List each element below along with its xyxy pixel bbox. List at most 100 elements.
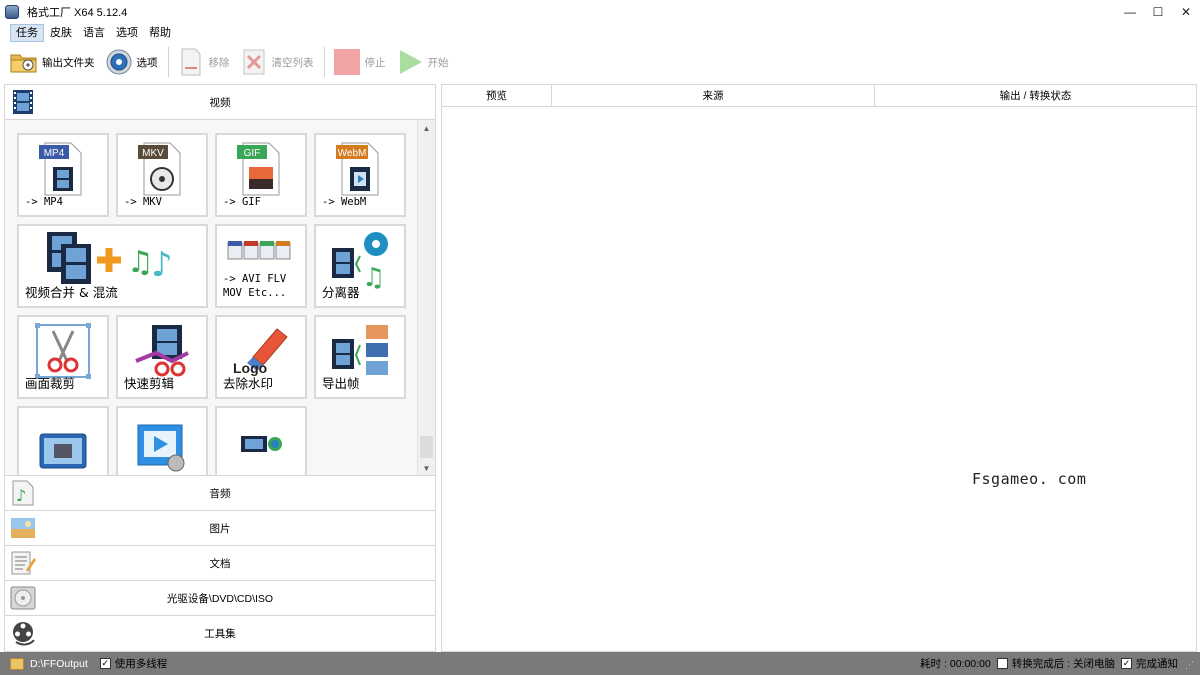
menu-task[interactable]: 任务 [10,24,44,42]
title-bar: 格式工厂 X64 5.12.4 — ☐ ✕ [0,0,1200,24]
toolbar-separator [167,47,169,77]
menu-skin[interactable]: 皮肤 [45,24,77,42]
video-tools-area: MP4 -> MP4 MKV -> MKV GIF -> GIF WebM ->… [5,120,435,476]
remove-label: 移除 [208,56,230,69]
options-button[interactable]: 选项 [105,45,158,79]
mkv-badge: MKV [142,148,164,159]
start-button[interactable]: 开始 [396,45,449,79]
document-icon [10,550,36,576]
scrollbar-thumb[interactable] [420,138,433,434]
scrollbar-track[interactable] [420,436,433,458]
task-list-panel: 预览 来源 输出 / 转换状态 Fsgameo. com [441,84,1197,652]
maximize-button[interactable]: ☐ [1144,0,1172,24]
tile-export-frames[interactable]: 导出帧 [314,315,406,399]
folder-icon [10,48,38,76]
tile-crop[interactable]: 画面裁剪 [17,315,109,399]
merge-icon: ♫ ♪ [19,230,206,290]
after-done-checkbox[interactable] [996,658,1008,669]
tile-video-download[interactable] [215,406,307,475]
logo-text: Logo [233,360,267,376]
notify-checkbox[interactable]: ✓ [1121,658,1132,669]
webm-file-icon: WebM [316,139,404,199]
gif-file-icon: GIF [217,139,305,199]
tile-remove-watermark[interactable]: Logo 去除水印 [215,315,307,399]
output-folder-button[interactable]: 输出文件夹 [10,45,95,79]
screen-record-icon [19,422,107,475]
tile-to-mkv[interactable]: MKV -> MKV [116,133,208,217]
tile-to-gif[interactable]: GIF -> GIF [215,133,307,217]
clear-list-icon [240,48,268,76]
stop-button[interactable]: 停止 [333,45,386,79]
svg-text:♫: ♫ [127,245,154,280]
tile-splitter[interactable]: ♫ 分离器 [314,224,406,308]
column-output-status[interactable]: 输出 / 转换状态 [875,85,1196,107]
category-disc[interactable]: 光驱设备\DVD\CD\ISO [5,581,435,616]
tile-to-mp4-label: -> MP4 [25,196,63,208]
tile-to-webm-label: -> WebM [322,196,367,208]
gear-icon [105,48,133,76]
tile-to-other-formats[interactable]: -> AVI FLV MOV Etc... [215,224,307,308]
stop-label: 停止 [364,56,386,69]
output-path[interactable]: D:\FFOutput [30,658,88,670]
mkv-file-icon: MKV [118,139,206,199]
column-source[interactable]: 来源 [552,85,875,107]
window-controls: — ☐ ✕ [1116,0,1200,24]
category-audio[interactable]: ♪ 音频 [5,476,435,511]
mp4-file-icon: MP4 [19,139,107,199]
menu-bar: 任务 皮肤 语言 选项 帮助 [10,24,177,42]
tile-video-merge[interactable]: ♫ ♪ 视频合并 & 混流 [17,224,208,308]
tile-to-mp4[interactable]: MP4 -> MP4 [17,133,109,217]
category-image-label: 图片 [209,522,231,535]
category-video-label: 视频 [209,96,231,109]
multithread-checkbox[interactable]: ✓ [99,658,111,669]
category-document-label: 文档 [209,557,231,570]
mp4-badge: MP4 [44,148,65,159]
watermark-text: Fsgameo. com [972,470,1087,488]
tile-crop-label: 画面裁剪 [25,376,76,391]
category-panel: 视频 MP4 -> MP4 MKV -> MKV GIF -> GIF WebM… [4,84,436,652]
status-left: D:\FFOutput ✓ 使用多线程 [10,656,167,671]
film-icon [10,89,36,115]
remove-button[interactable]: 移除 [177,45,230,79]
tile-to-gif-label: -> GIF [223,196,261,208]
output-folder-label: 输出文件夹 [42,56,95,69]
tile-to-webm[interactable]: WebM -> WebM [314,133,406,217]
resize-grip-icon[interactable]: ⋰ [1185,660,1197,672]
quick-clip-icon [118,321,206,381]
category-image[interactable]: 图片 [5,511,435,546]
video-tools-scrollbar[interactable]: ▲ ▼ [417,120,435,475]
category-video[interactable]: 视频 [5,85,435,120]
output-folder-icon[interactable] [10,657,24,670]
tile-video-merge-label: 视频合并 & 混流 [25,285,118,300]
scroll-down-arrow-icon[interactable]: ▼ [418,460,435,475]
after-done-label: 转换完成后 : 关闭电脑 [1011,658,1115,670]
category-document[interactable]: 文档 [5,546,435,581]
tile-screen-record[interactable] [17,406,109,475]
minimize-button[interactable]: — [1116,0,1144,24]
notify-option[interactable]: ✓ 完成通知 [1121,656,1178,671]
scroll-up-arrow-icon[interactable]: ▲ [418,120,435,136]
options-label: 选项 [136,56,158,69]
svg-text:♪: ♪ [151,245,173,285]
play-icon [396,48,424,76]
menu-language[interactable]: 语言 [78,24,110,42]
close-button[interactable]: ✕ [1172,0,1200,24]
menu-help[interactable]: 帮助 [144,24,176,42]
webm-badge: WebM [338,148,367,159]
category-disc-label: 光驱设备\DVD\CD\ISO [166,592,274,605]
toolbar: 输出文件夹 选项 移除 清空列表 停止 开始 [10,45,459,79]
formats-icon [217,234,305,264]
stop-icon [333,48,361,76]
video-download-icon [217,428,305,458]
notify-label: 完成通知 [1136,658,1178,670]
after-done-option[interactable]: 转换完成后 : 关闭电脑 [996,656,1115,671]
category-tools[interactable]: 工具集 [5,616,435,651]
menu-options[interactable]: 选项 [111,24,143,42]
gif-badge: GIF [244,148,261,159]
column-preview[interactable]: 预览 [442,85,552,107]
remove-document-icon [177,48,205,76]
clear-list-button[interactable]: 清空列表 [240,45,314,79]
toolbar-separator [323,47,325,77]
tile-quick-clip[interactable]: 快速剪辑 [116,315,208,399]
tile-video-player[interactable] [116,406,208,475]
